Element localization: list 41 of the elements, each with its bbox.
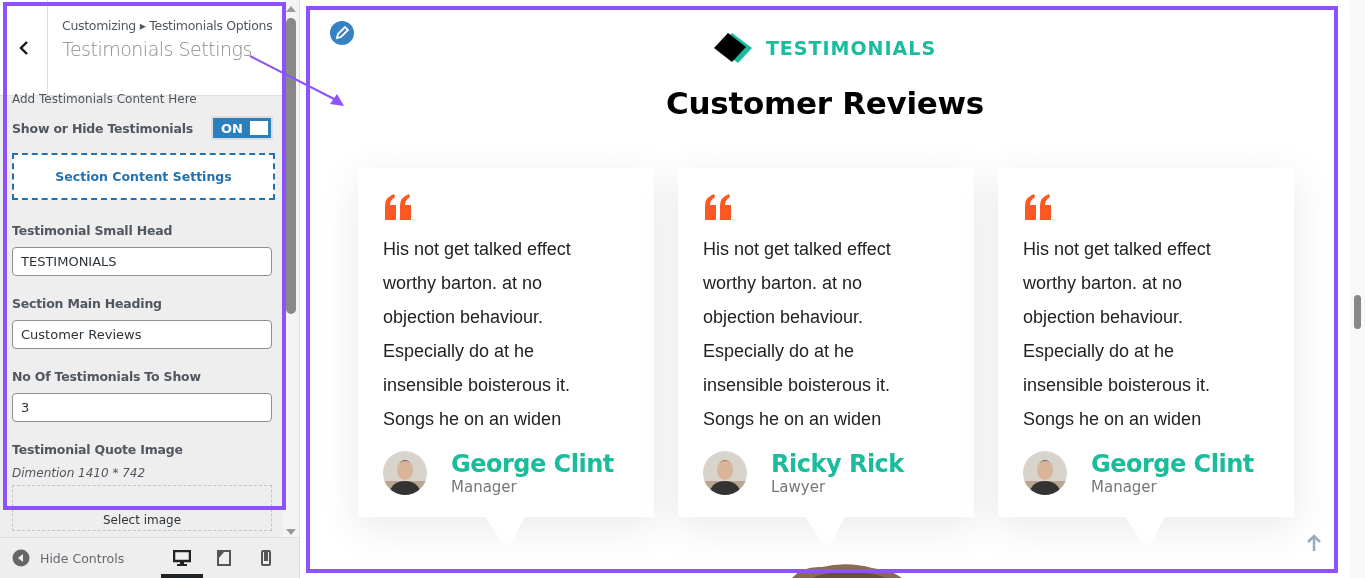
breadcrumb: Customizing ▸ Testimonials Options bbox=[62, 18, 273, 33]
page-scrollbar[interactable] bbox=[1350, 0, 1365, 578]
input-field[interactable]: Customer Reviews bbox=[12, 320, 272, 349]
panel-title: Testimonials Settings bbox=[62, 38, 253, 60]
section-description: Add Testimonials Content Here bbox=[12, 92, 198, 106]
scroll-to-top-icon[interactable] bbox=[1306, 534, 1322, 552]
author-role: Manager bbox=[451, 478, 518, 496]
field-label: Testimonial Quote Image bbox=[12, 442, 184, 457]
author-role: Lawyer bbox=[771, 478, 827, 496]
field-hint: Dimention 1410 * 742 bbox=[12, 466, 147, 480]
field-label: Testimonial Small Head bbox=[12, 223, 174, 238]
toggle-switch[interactable]: ON bbox=[211, 116, 274, 140]
quote-icon bbox=[703, 194, 733, 220]
input-field[interactable]: TESTIMONIALS bbox=[12, 247, 272, 276]
toggle-label: Show or Hide Testimonials bbox=[12, 120, 194, 136]
field-label: Section Main Heading bbox=[12, 296, 163, 311]
back-icon bbox=[18, 40, 29, 55]
tablet-icon bbox=[217, 550, 231, 566]
input-field[interactable]: 3 bbox=[12, 393, 272, 422]
hide-controls-button[interactable]: Hide Controls bbox=[12, 549, 125, 567]
author-role: Manager bbox=[1091, 478, 1158, 496]
testimonial-quote: His not get talked effect worthy barton. at no objection behaviour. Especially do at he insensible boisterous it. Songs he on an widen bbox=[1023, 238, 1212, 431]
testimonial-quote: His not get talked effect worthy barton. at no objection behaviour. Especially do at he insensible boisterous it. Songs he on an widen bbox=[383, 238, 572, 431]
desktop-icon bbox=[173, 550, 191, 566]
field-label: No Of Testimonials To Show bbox=[12, 369, 202, 384]
author-name: George Clint bbox=[451, 450, 614, 478]
logo-icon bbox=[713, 31, 754, 65]
quote-icon bbox=[1023, 194, 1053, 220]
section-heading: Customer Reviews bbox=[666, 85, 984, 121]
scroll-up-icon[interactable] bbox=[286, 6, 296, 12]
select-image-button[interactable]: Select image bbox=[12, 485, 272, 531]
edit-icon[interactable] bbox=[328, 19, 356, 47]
scroll-down-icon[interactable] bbox=[286, 529, 296, 535]
author-name: George Clint bbox=[1091, 450, 1254, 478]
testimonial-quote: His not get talked effect worthy barton. at no objection behaviour. Especially do at he insensible boisterous it. Songs he on an widen bbox=[703, 238, 892, 431]
author-name: Ricky Rick bbox=[771, 450, 904, 478]
section-settings-button[interactable]: Section Content Settings bbox=[12, 153, 276, 200]
collapse-icon bbox=[12, 549, 30, 567]
mobile-icon bbox=[261, 550, 271, 566]
section-small-head: TESTIMONIALS bbox=[765, 37, 937, 59]
quote-icon bbox=[383, 194, 413, 220]
